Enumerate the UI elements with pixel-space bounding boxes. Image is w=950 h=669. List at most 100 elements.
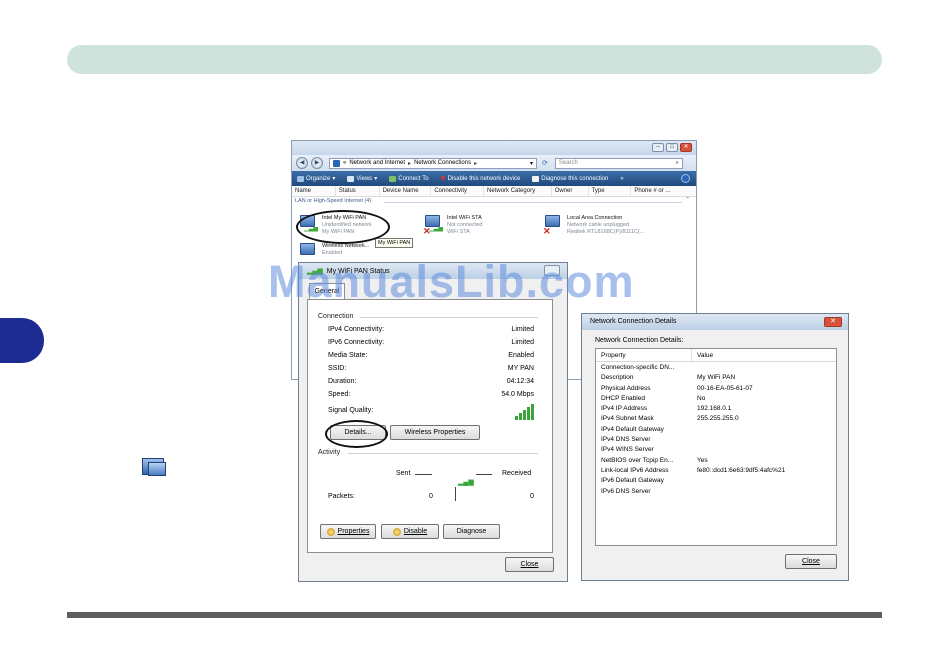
- connection-name: Local Area Connection: [567, 215, 623, 221]
- watermark: ManualsLib.com: [268, 256, 635, 307]
- list-item[interactable]: Connection-specific DN...: [596, 363, 836, 373]
- details-titlebar: Network Connection Details ✕: [582, 314, 848, 330]
- list-item[interactable]: IPv4 IP Address 192.168.0.1: [596, 404, 836, 414]
- column-header[interactable]: Owner: [552, 186, 589, 196]
- close-icon[interactable]: ✕: [824, 317, 842, 327]
- info-row: SSID: MY PAN: [328, 365, 534, 378]
- page-header-band: [67, 45, 882, 74]
- list-item[interactable]: NetBIOS over Tcpip En... Yes: [596, 456, 836, 466]
- column-header[interactable]: Name: [292, 186, 336, 196]
- dropdown-arrow-icon[interactable]: ▾: [530, 160, 533, 167]
- breadcrumb-item[interactable]: Network Connections: [414, 160, 471, 166]
- disable-x-icon: ✖: [440, 176, 446, 182]
- column-header[interactable]: Connectivity: [431, 186, 485, 196]
- organize-menu[interactable]: Organize ▾: [297, 175, 335, 182]
- list-item[interactable]: Physical Address 00-16-EA-05-61-07: [596, 384, 836, 394]
- window-titlebar: – □ ✕: [292, 141, 696, 155]
- list-item[interactable]: Link-local IPv6 Address fe80::dcd1:6e63:9…: [596, 466, 836, 476]
- network-adapter-icon: ✕ ▁▃▅: [423, 215, 443, 236]
- network-adapter-icon: ✕: [543, 215, 563, 236]
- info-label: SSID:: [328, 365, 347, 372]
- chapter-side-tab: [0, 318, 44, 363]
- minimize-button[interactable]: –: [652, 143, 664, 152]
- connect-icon: [389, 175, 397, 182]
- close-window-button[interactable]: ✕: [680, 143, 692, 152]
- connection-item[interactable]: ✕ ▁▃▅ Intel WiFi STA Not connected WiFi S…: [423, 215, 482, 236]
- diagnose-button[interactable]: Diagnose: [443, 524, 500, 539]
- dialog-title: Network Connection Details: [590, 318, 677, 325]
- column-headers: Name Status Device Name Connectivity Net…: [292, 186, 696, 197]
- connection-item[interactable]: ✕ Local Area Connection Network cable un…: [543, 215, 644, 236]
- list-item[interactable]: DHCP Enabled No: [596, 394, 836, 404]
- search-icon[interactable]: ⌕: [676, 159, 679, 168]
- breadcrumb-item[interactable]: Network and Internet: [349, 160, 405, 166]
- command-toolbar: Organize ▾ Views ▾ Connect To ✖ Disable t…: [292, 171, 696, 186]
- chevron-right-icon: ▸: [474, 160, 478, 167]
- diagnose-connection-button[interactable]: Diagnose this connection: [532, 175, 608, 182]
- list-item[interactable]: IPv6 DNS Server: [596, 487, 836, 497]
- network-activity-icon: [142, 458, 168, 482]
- forward-arrow-icon[interactable]: ▶: [311, 157, 323, 169]
- list-item[interactable]: Description My WiFi PAN: [596, 373, 836, 383]
- back-arrow-icon[interactable]: ◀: [296, 157, 308, 169]
- list-item[interactable]: IPv6 Default Gateway: [596, 476, 836, 486]
- collapse-icon[interactable]: ⌃: [685, 197, 690, 203]
- connection-heading: Connection: [318, 313, 354, 320]
- info-label: IPv4 Connectivity:: [328, 326, 385, 333]
- search-input[interactable]: Search ⌕: [554, 157, 683, 169]
- details-list[interactable]: Property Value Connection-specific DN...…: [595, 348, 837, 546]
- control-panel-icon: [333, 159, 340, 167]
- info-row: Media State: Enabled: [328, 352, 534, 365]
- column-header[interactable]: Property: [596, 349, 692, 361]
- address-row: ◀ ▶ « Network and Internet ▸ Network Con…: [292, 155, 696, 171]
- disable-device-button[interactable]: ✖ Disable this network device: [440, 175, 521, 183]
- list-item[interactable]: IPv4 Subnet Mask 255.255.255.0: [596, 414, 836, 424]
- column-header[interactable]: Phone # or ...: [631, 186, 696, 196]
- info-value: Limited: [511, 326, 534, 333]
- received-label: Received: [502, 470, 532, 477]
- sent-label: Sent: [396, 470, 411, 477]
- signal-quality-label: Signal Quality:: [328, 407, 374, 414]
- address-bar[interactable]: « Network and Internet ▸ Network Connect…: [329, 157, 537, 169]
- packets-received-value: 0: [530, 493, 534, 500]
- packets-sent-value: 0: [429, 493, 433, 500]
- details-close-button[interactable]: Close: [785, 554, 837, 569]
- group-header[interactable]: LAN or High-Speed Internet (4) ⌃: [292, 197, 696, 205]
- list-item[interactable]: IPv4 DNS Server: [596, 435, 836, 445]
- column-header[interactable]: Type: [589, 186, 632, 196]
- column-header[interactable]: Value: [692, 349, 836, 361]
- info-row: Speed: 54.0 Mbps: [328, 391, 534, 404]
- activity-signal-icon: ▂▄▆: [458, 479, 474, 486]
- connect-to-button[interactable]: Connect To: [389, 175, 429, 182]
- info-label: IPv6 Connectivity:: [328, 339, 385, 346]
- info-row: IPv6 Connectivity: Limited: [328, 339, 534, 352]
- activity-heading: Activity: [318, 449, 341, 456]
- connection-device: WiFi STA: [447, 229, 470, 235]
- wireless-properties-button[interactable]: Wireless Properties: [390, 425, 480, 440]
- properties-button[interactable]: Properties: [320, 524, 376, 539]
- highlight-oval: [325, 420, 388, 448]
- info-label: Speed:: [328, 391, 351, 398]
- tooltip: My WiFi PAN: [375, 238, 414, 248]
- chevron-right-icon: ▸: [408, 160, 412, 167]
- list-item[interactable]: IPv4 Default Gateway: [596, 425, 836, 435]
- breadcrumb-overflow[interactable]: «: [343, 160, 346, 166]
- shield-icon: [392, 527, 401, 536]
- info-label: Duration:: [328, 378, 357, 385]
- column-header[interactable]: Status: [336, 186, 380, 196]
- maximize-button[interactable]: □: [666, 143, 678, 152]
- help-icon[interactable]: [681, 174, 690, 183]
- views-menu[interactable]: Views ▾: [347, 175, 377, 182]
- column-header[interactable]: Device Name: [380, 186, 432, 196]
- disable-button[interactable]: Disable: [381, 524, 439, 539]
- refresh-icon[interactable]: ⟳: [542, 159, 548, 167]
- toolbar-overflow-button[interactable]: »: [620, 176, 623, 182]
- close-button[interactable]: Close: [505, 557, 554, 572]
- list-item[interactable]: IPv4 WINS Server: [596, 445, 836, 455]
- group-label: LAN or High-Speed Internet (4): [295, 198, 372, 204]
- connection-name: Wireless Network...: [322, 243, 370, 249]
- connection-status: Not connected: [447, 222, 483, 228]
- info-value: 04:12:34: [506, 378, 534, 385]
- info-row: Duration: 04:12:34: [328, 378, 534, 391]
- column-header[interactable]: Network Category: [484, 186, 552, 196]
